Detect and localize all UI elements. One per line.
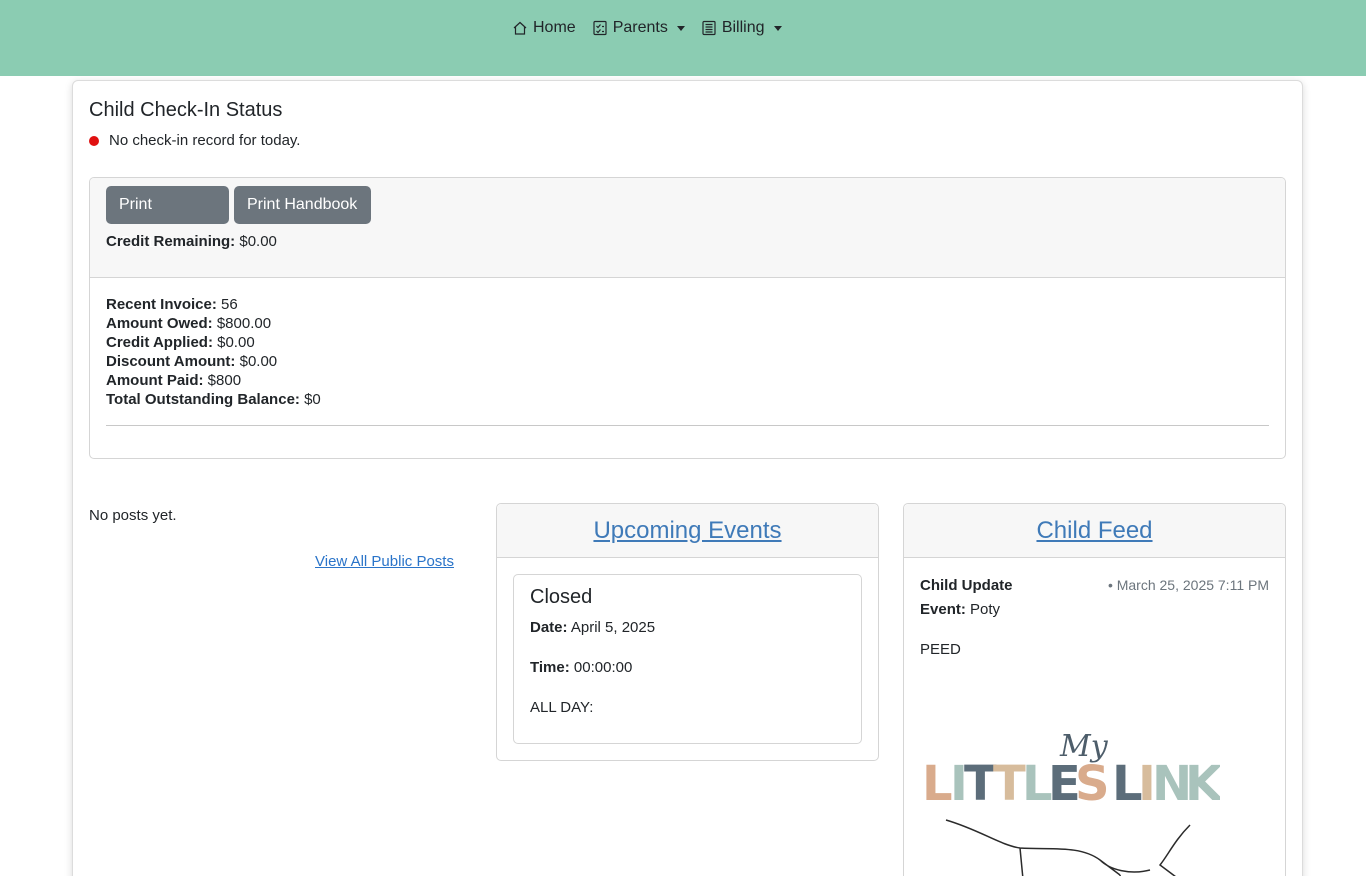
billing-row-label: Total Outstanding Balance: bbox=[106, 391, 300, 408]
checkin-status: No check-in record for today. bbox=[89, 131, 300, 151]
caret-down-icon bbox=[676, 25, 685, 31]
child-feed-panel: Child Feed Child Update • March 25, 2025… bbox=[903, 503, 1286, 876]
child-feed-link[interactable]: Child Feed bbox=[1036, 517, 1152, 545]
billing-row-label: Discount Amount: bbox=[106, 353, 236, 370]
caret-down-icon bbox=[773, 25, 782, 31]
billing-row-value: $0.00 bbox=[239, 353, 278, 370]
my-littles-link-logo: My L I T T L E S L I N K bbox=[922, 729, 1220, 876]
event-card: Closed Date: April 5, 2025 Time: 00:00:0… bbox=[513, 574, 862, 744]
event-time-label: Time: bbox=[530, 659, 570, 676]
billing-row-total-outstanding: Total Outstanding Balance: $0 bbox=[106, 390, 1269, 409]
billing-summary: Recent Invoice: 56 Amount Owed: $800.00 … bbox=[106, 295, 1269, 409]
feed-item-text: PEED bbox=[920, 641, 961, 658]
billing-row-value: $800.00 bbox=[216, 315, 272, 332]
feed-item-title: Child Update bbox=[920, 577, 1013, 594]
child-feed-header: Child Feed bbox=[904, 504, 1285, 558]
event-date-value: April 5, 2025 bbox=[570, 619, 656, 636]
billing-card-header: Print Contract Print Handbook Credit Rem… bbox=[90, 178, 1285, 278]
nav-billing-label: Billing bbox=[721, 19, 765, 36]
nav-parents-dropdown[interactable]: Parents bbox=[592, 18, 685, 38]
feed-event-value: Poty bbox=[970, 601, 1001, 618]
billing-row-amount-owed: Amount Owed: $800.00 bbox=[106, 314, 1269, 333]
nav-home-label: Home bbox=[533, 19, 576, 36]
checkin-status-text: No check-in record for today. bbox=[109, 132, 301, 149]
event-date: Date: April 5, 2025 bbox=[530, 618, 655, 638]
checklist-icon bbox=[593, 20, 607, 36]
event-all-day: ALL DAY: bbox=[530, 699, 594, 716]
view-all-posts-link[interactable]: View All Public Posts bbox=[315, 552, 454, 572]
event-date-label: Date: bbox=[530, 619, 568, 636]
feed-event-label: Event: bbox=[920, 601, 966, 618]
upcoming-events-link[interactable]: Upcoming Events bbox=[593, 517, 781, 545]
upcoming-events-panel: Upcoming Events Closed Date: April 5, 20… bbox=[496, 503, 879, 761]
billing-row-value: $0.00 bbox=[217, 334, 255, 351]
svg-text:K: K bbox=[1185, 756, 1220, 812]
billing-row-label: Amount Owed: bbox=[106, 315, 213, 332]
billing-row-label: Recent Invoice: bbox=[106, 296, 217, 313]
event-title: Closed bbox=[530, 586, 593, 608]
billing-row-label: Amount Paid: bbox=[106, 372, 204, 389]
no-posts-text: No posts yet. bbox=[89, 507, 177, 524]
print-handbook-button[interactable]: Print Handbook bbox=[234, 186, 371, 224]
nav-home[interactable]: Home bbox=[512, 18, 576, 38]
checkin-title: Child Check-In Status bbox=[89, 99, 283, 121]
receipt-icon bbox=[702, 20, 716, 36]
billing-row-recent-invoice: Recent Invoice: 56 bbox=[106, 295, 1269, 314]
main-nav: Home Parents Billing bbox=[512, 18, 782, 38]
billing-row-value: $0 bbox=[304, 391, 321, 408]
billing-row-value: $800 bbox=[207, 372, 242, 389]
billing-row-amount-paid: Amount Paid: $800 bbox=[106, 371, 1269, 390]
credit-remaining: Credit Remaining: $0.00 bbox=[106, 232, 277, 252]
print-contract-button[interactable]: Print Contract bbox=[106, 186, 229, 251]
credit-remaining-label: Credit Remaining: bbox=[106, 233, 236, 250]
billing-row-discount-amount: Discount Amount: $0.00 bbox=[106, 352, 1269, 371]
svg-text:L: L bbox=[922, 756, 953, 812]
event-time: Time: 00:00:00 bbox=[530, 658, 632, 678]
billing-divider bbox=[106, 425, 1269, 426]
feed-item-event: Event: Poty bbox=[920, 600, 1000, 620]
logo-letters: L I T T L E S L I N K bbox=[922, 756, 1220, 812]
svg-text:S: S bbox=[1075, 756, 1110, 812]
billing-row-label: Credit Applied: bbox=[106, 334, 213, 351]
status-dot-icon bbox=[89, 136, 99, 146]
nav-billing-dropdown[interactable]: Billing bbox=[701, 18, 782, 38]
billing-row-credit-applied: Credit Applied: $0.00 bbox=[106, 333, 1269, 352]
hands-drawing bbox=[945, 819, 1191, 876]
nav-parents-label: Parents bbox=[612, 19, 668, 36]
upcoming-events-header: Upcoming Events bbox=[497, 504, 878, 558]
house-icon bbox=[513, 21, 527, 35]
credit-remaining-value: $0.00 bbox=[239, 233, 277, 250]
feed-item-logo-image: My L I T T L E S L I N K bbox=[920, 720, 1220, 876]
event-time-value: 00:00:00 bbox=[573, 659, 633, 676]
top-navbar: Home Parents Billing bbox=[0, 0, 1366, 76]
billing-row-value: 56 bbox=[221, 296, 238, 313]
feed-item-timestamp: • March 25, 2025 7:11 PM bbox=[1107, 577, 1269, 593]
